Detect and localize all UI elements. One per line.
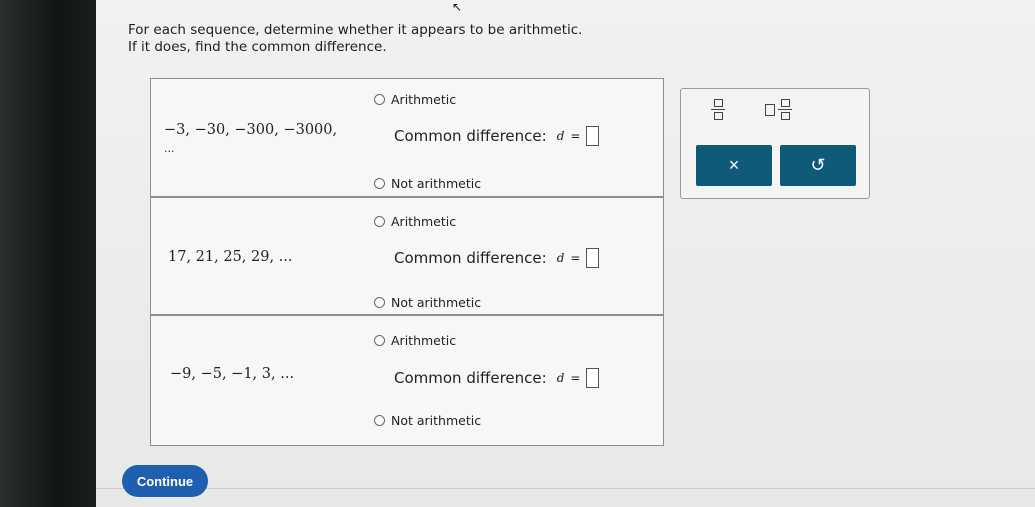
row-3: −9, −5, −1, 3, ... Arithmetic Common dif…: [150, 314, 664, 446]
option-arithmetic-1[interactable]: Arithmetic: [374, 92, 456, 107]
sequence-1: −3, −30, −300, −3000,: [164, 122, 337, 138]
fraction-button[interactable]: [711, 99, 725, 121]
option-not-arithmetic-3[interactable]: Not arithmetic: [374, 413, 481, 428]
equals-sign: =: [570, 251, 581, 265]
answer-box-3[interactable]: [586, 368, 600, 388]
radio-not-arithmetic-3[interactable]: [374, 415, 385, 426]
option-label: Not arithmetic: [391, 295, 482, 310]
fraction-icon: [711, 99, 725, 121]
monitor-bezel: [0, 0, 96, 507]
row-divider: [150, 196, 664, 198]
common-difference-3: Common difference: d =: [394, 368, 600, 388]
common-difference-label: Common difference:: [394, 127, 547, 145]
option-not-arithmetic-1[interactable]: Not arithmetic: [374, 176, 481, 191]
instructions: For each sequence, determine whether it …: [128, 22, 582, 56]
option-label: Not arithmetic: [391, 176, 482, 191]
answer-box-1[interactable]: [586, 126, 600, 146]
row-divider: [150, 314, 664, 316]
row-1: −3, −30, −300, −3000, ... Arithmetic Com…: [150, 78, 664, 196]
sequence-3: −9, −5, −1, 3, ...: [170, 366, 295, 382]
sequence-1-cont: ...: [164, 142, 175, 155]
mixed-number-icon: [765, 103, 775, 116]
option-arithmetic-2[interactable]: Arithmetic: [374, 214, 456, 229]
undo-button[interactable]: ↺: [780, 145, 856, 186]
mouse-cursor-icon: ↖: [452, 0, 463, 14]
mixed-number-button[interactable]: [765, 99, 792, 121]
option-arithmetic-3[interactable]: Arithmetic: [374, 333, 456, 348]
radio-arithmetic-3[interactable]: [374, 335, 385, 346]
radio-not-arithmetic-1[interactable]: [374, 178, 385, 189]
d-variable: d: [556, 371, 565, 385]
radio-arithmetic-1[interactable]: [374, 94, 385, 105]
option-label: Arithmetic: [391, 214, 457, 229]
equals-sign: =: [570, 129, 581, 143]
d-variable: d: [556, 129, 565, 143]
d-variable: d: [556, 251, 565, 265]
answer-box-2[interactable]: [586, 248, 600, 268]
equals-sign: =: [570, 371, 581, 385]
radio-not-arithmetic-2[interactable]: [374, 297, 385, 308]
option-label: Not arithmetic: [391, 413, 482, 428]
math-toolbox: × ↺: [680, 88, 870, 199]
fraction-icon: [778, 99, 792, 121]
sequence-1-text: −3, −30, −300, −3000,: [164, 122, 338, 138]
option-label: Arithmetic: [391, 333, 457, 348]
footer-divider: [96, 488, 1035, 489]
radio-arithmetic-2[interactable]: [374, 216, 385, 227]
row-2: 17, 21, 25, 29, ... Arithmetic Common di…: [150, 196, 664, 314]
common-difference-label: Common difference:: [394, 249, 547, 267]
continue-button[interactable]: Continue: [122, 465, 208, 497]
common-difference-2: Common difference: d =: [394, 248, 600, 268]
clear-button[interactable]: ×: [696, 145, 772, 186]
common-difference-label: Common difference:: [394, 369, 547, 387]
sequence-2: 17, 21, 25, 29, ...: [168, 249, 293, 265]
option-label: Arithmetic: [391, 92, 457, 107]
instructions-line-2: If it does, find the common difference.: [128, 39, 387, 55]
option-not-arithmetic-2[interactable]: Not arithmetic: [374, 295, 481, 310]
common-difference-1: Common difference: d =: [394, 126, 600, 146]
instructions-line-1: For each sequence, determine whether it …: [128, 22, 583, 38]
